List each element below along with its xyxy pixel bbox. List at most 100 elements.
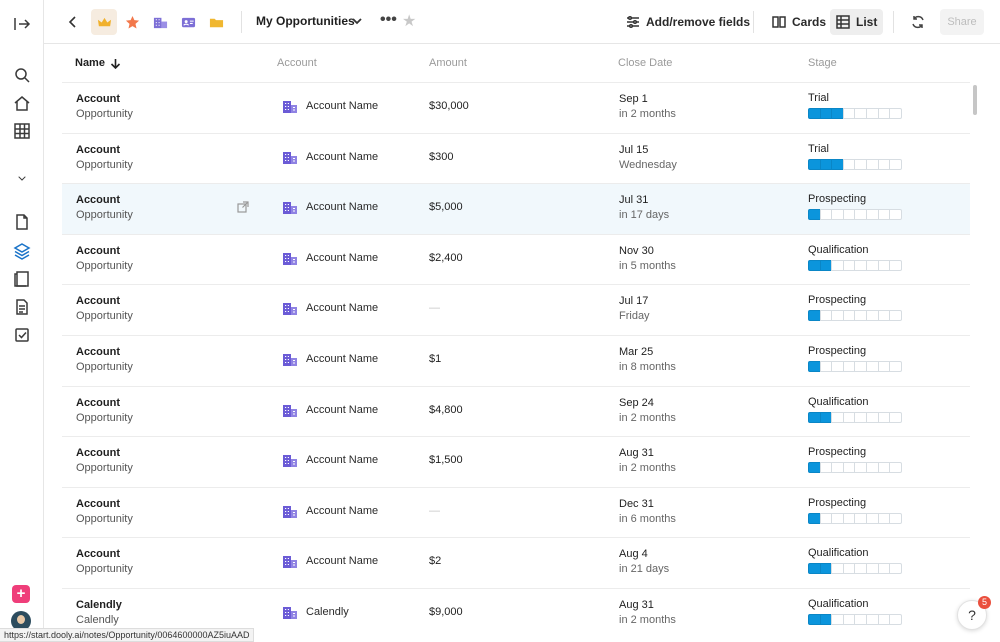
opportunity-account-name[interactable]: Account: [76, 194, 120, 206]
amount-cell[interactable]: $9,000: [429, 606, 463, 618]
close-date-cell[interactable]: Jul 31: [619, 194, 648, 206]
account-name-cell[interactable]: Account Name: [306, 201, 378, 213]
stage-cell[interactable]: Qualification: [808, 244, 869, 256]
account-name-cell[interactable]: Account Name: [306, 100, 378, 112]
buildings-icon[interactable]: [147, 9, 173, 35]
stage-cell[interactable]: Trial: [808, 92, 829, 104]
amount-cell[interactable]: $30,000: [429, 100, 469, 112]
amount-cell[interactable]: $1,500: [429, 454, 463, 466]
opportunity-account-name[interactable]: Account: [76, 245, 120, 257]
column-header-amount[interactable]: Amount: [429, 57, 467, 69]
back-arrow-icon[interactable]: [64, 13, 82, 31]
close-date-cell[interactable]: Sep 24: [619, 397, 654, 409]
table-row[interactable]: Account Opportunity Account Name $5,000 Jul …: [62, 183, 970, 234]
table-row[interactable]: Account Opportunity Account Name — Jul 17 Fri…: [62, 284, 970, 335]
contact-card-icon[interactable]: [175, 9, 201, 35]
opportunity-name: Opportunity: [76, 158, 133, 171]
stage-cell[interactable]: Trial: [808, 143, 829, 155]
column-header-stage[interactable]: Stage: [808, 57, 837, 69]
amount-cell[interactable]: $5,000: [429, 201, 463, 213]
search-icon[interactable]: [11, 64, 33, 86]
close-date-cell[interactable]: Sep 1: [619, 93, 648, 105]
cards-view-button[interactable]: Cards: [766, 9, 832, 35]
notes-icon[interactable]: [11, 296, 33, 318]
stage-cell[interactable]: Prospecting: [808, 294, 866, 306]
stage-cell[interactable]: Prospecting: [808, 193, 866, 205]
task-checkbox-icon[interactable]: [11, 324, 33, 346]
stage-cell[interactable]: Qualification: [808, 547, 869, 559]
stage-cell[interactable]: Prospecting: [808, 345, 866, 357]
opportunity-account-name[interactable]: Account: [76, 548, 120, 560]
opportunity-account-name[interactable]: Account: [76, 397, 120, 409]
amount-cell[interactable]: $1: [429, 353, 441, 365]
opportunity-account-name[interactable]: Account: [76, 295, 120, 307]
close-date-cell[interactable]: Aug 31: [619, 447, 654, 459]
close-date-cell[interactable]: Jul 15: [619, 144, 648, 156]
amount-cell[interactable]: —: [429, 302, 440, 314]
stage-cell[interactable]: Prospecting: [808, 446, 866, 458]
close-date-cell[interactable]: Mar 25: [619, 346, 653, 358]
home-icon[interactable]: [11, 92, 33, 114]
amount-cell[interactable]: —: [429, 505, 440, 517]
account-name-cell[interactable]: Account Name: [306, 404, 378, 416]
refresh-icon[interactable]: [910, 14, 926, 30]
account-name-cell[interactable]: Account Name: [306, 252, 378, 264]
add-remove-fields-button[interactable]: Add/remove fields: [620, 9, 756, 35]
view-title[interactable]: My Opportunities: [256, 14, 355, 28]
table-row[interactable]: Account Opportunity Account Name $300 Jul 15…: [62, 132, 970, 184]
chevron-down-icon[interactable]: [11, 167, 33, 189]
document-icon[interactable]: [11, 211, 33, 233]
amount-cell[interactable]: $4,800: [429, 404, 463, 416]
column-header-close-date[interactable]: Close Date: [618, 57, 672, 69]
create-new-button[interactable]: +: [12, 585, 30, 603]
table-row[interactable]: Account Opportunity Account Name — Dec 31 in …: [62, 486, 970, 538]
table-row[interactable]: Account Opportunity Account Name $1,500 Aug …: [62, 436, 970, 487]
crown-icon[interactable]: [91, 9, 117, 35]
account-name-cell[interactable]: Account Name: [306, 505, 378, 517]
table-row[interactable]: Account Opportunity Account Name $2,400 Nov …: [62, 233, 970, 285]
more-options-icon[interactable]: •••: [380, 11, 397, 29]
favorite-star-icon[interactable]: ★: [402, 11, 416, 31]
expand-sidebar-icon[interactable]: [11, 13, 33, 35]
layers-icon[interactable]: [11, 240, 33, 262]
account-name-cell[interactable]: Account Name: [306, 454, 378, 466]
table-row[interactable]: Account Opportunity Account Name $30,000 Sep…: [62, 82, 970, 133]
account-name-cell[interactable]: Account Name: [306, 302, 378, 314]
close-date-cell[interactable]: Nov 30: [619, 245, 654, 257]
column-header-name[interactable]: Name: [75, 57, 121, 69]
stage-progress-bar: [808, 310, 902, 322]
vertical-scrollbar[interactable]: [973, 85, 977, 115]
stage-cell[interactable]: Qualification: [808, 598, 869, 610]
account-name-cell[interactable]: Account Name: [306, 555, 378, 567]
folder-icon[interactable]: [203, 9, 229, 35]
list-view-button[interactable]: List: [830, 9, 884, 35]
close-date-cell[interactable]: Dec 31: [619, 498, 654, 510]
amount-cell[interactable]: $2,400: [429, 252, 463, 264]
amount-cell[interactable]: $300: [429, 151, 453, 163]
notebook-icon[interactable]: [11, 268, 33, 290]
opportunity-account-name[interactable]: Account: [76, 447, 120, 459]
table-row[interactable]: Account Opportunity Account Name $2 Aug 4 in …: [62, 537, 970, 588]
account-name-cell[interactable]: Account Name: [306, 151, 378, 163]
table-row[interactable]: Account Opportunity Account Name $4,800 Sep …: [62, 385, 970, 437]
opportunity-account-name[interactable]: Account: [76, 93, 120, 105]
close-date-cell[interactable]: Aug 31: [619, 599, 654, 611]
amount-cell[interactable]: $2: [429, 555, 441, 567]
opportunity-account-name[interactable]: Account: [76, 346, 120, 358]
opportunity-account-name[interactable]: Account: [76, 498, 120, 510]
close-date-cell[interactable]: Jul 17: [619, 295, 648, 307]
chevron-down-icon[interactable]: [350, 14, 364, 28]
opportunity-account-name[interactable]: Calendly: [76, 599, 122, 611]
starburst-icon[interactable]: [119, 9, 145, 35]
stage-cell[interactable]: Prospecting: [808, 497, 866, 509]
table-grid-icon[interactable]: [11, 120, 33, 142]
account-name-cell[interactable]: Account Name: [306, 353, 378, 365]
close-date-cell[interactable]: Aug 4: [619, 548, 648, 560]
stage-cell[interactable]: Qualification: [808, 396, 869, 408]
account-name-cell[interactable]: Calendly: [306, 606, 349, 618]
open-external-icon[interactable]: [237, 201, 249, 213]
opportunity-account-name[interactable]: Account: [76, 144, 120, 156]
column-header-account[interactable]: Account: [277, 57, 317, 69]
share-button[interactable]: Share: [940, 9, 984, 35]
table-row[interactable]: Account Opportunity Account Name $1 Mar 25 in…: [62, 334, 970, 386]
